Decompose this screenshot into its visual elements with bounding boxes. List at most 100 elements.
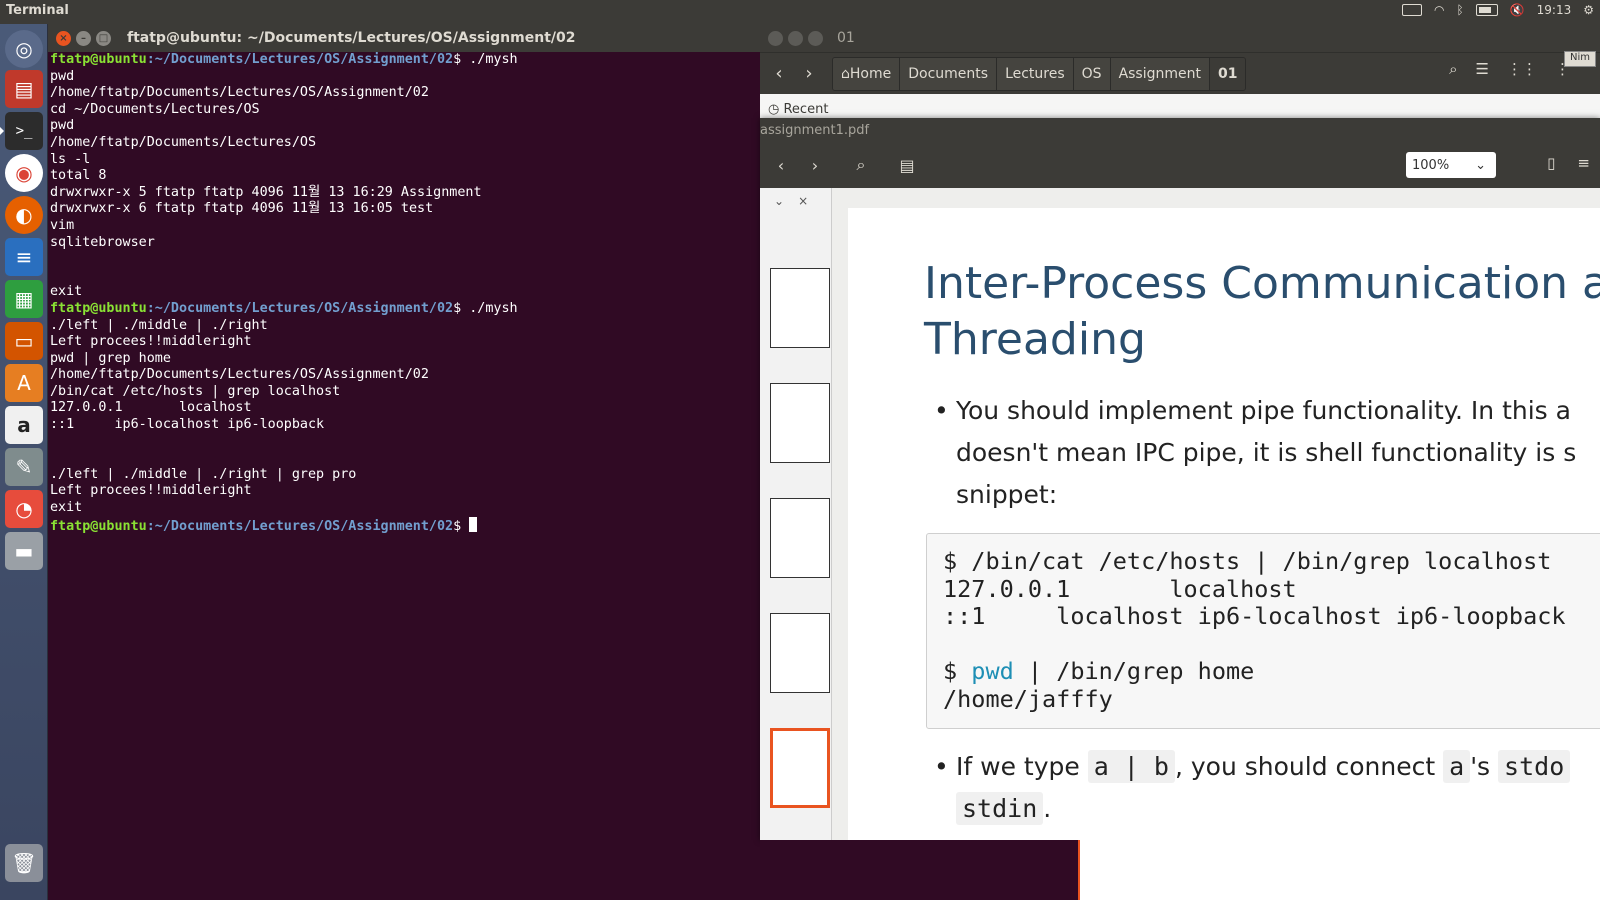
- pdf-viewer-window[interactable]: assignment1.pdf ‹ › ⌕ ▤ 100% ⌄ ▯ ≡ ⌄ × I…: [760, 118, 1600, 840]
- status-badge: Nim: [1564, 51, 1596, 67]
- firefox-icon[interactable]: ◐: [5, 196, 43, 234]
- page-thumbnail-selected[interactable]: [770, 728, 830, 808]
- breadcrumb-item[interactable]: OS: [1073, 57, 1111, 90]
- files-icon[interactable]: ▤: [5, 70, 43, 108]
- grid-view-icon[interactable]: ⋮⋮: [1507, 60, 1537, 78]
- breadcrumb-item[interactable]: ⌂Home: [833, 57, 901, 90]
- page-thumbnail[interactable]: [770, 268, 830, 348]
- code-line: ::1 localhost ip6-localhost ip6-loopback: [943, 602, 1566, 630]
- top-panel: Terminal ◠ ᛒ 🔇 19:13 ⚙: [0, 0, 1600, 24]
- amazon-icon[interactable]: a: [5, 406, 43, 444]
- terminal-line: /home/ftatp/Documents/Lectures/OS/Assign…: [50, 85, 429, 101]
- writer-icon[interactable]: ≡: [5, 238, 43, 276]
- document-properties-icon[interactable]: ▯: [1547, 154, 1555, 172]
- chrome-icon[interactable]: ◉: [5, 154, 43, 192]
- list-view-icon[interactable]: ☰: [1476, 60, 1489, 78]
- bullet-text: snippet:: [956, 480, 1058, 509]
- back-icon[interactable]: ‹: [764, 63, 794, 84]
- keyboard-icon[interactable]: [1402, 4, 1422, 16]
- pdf-page: Inter-Process Communication ar Threading…: [848, 208, 1600, 840]
- inline-code: a: [1443, 750, 1471, 783]
- files-titlebar[interactable]: 01: [760, 24, 1600, 52]
- sidebar-item-recent[interactable]: ◷ Recent: [768, 102, 828, 117]
- maximize-icon[interactable]: [808, 30, 823, 46]
- dash-icon[interactable]: ◎: [5, 30, 43, 68]
- gear-icon[interactable]: ⚙: [1583, 3, 1594, 17]
- pdf-viewer-icon[interactable]: ◔: [5, 490, 43, 528]
- thumbnail-header: ⌄ ×: [760, 188, 831, 214]
- search-icon[interactable]: ⌕: [844, 155, 878, 175]
- breadcrumb-item[interactable]: Assignment: [1110, 57, 1210, 90]
- calc-icon[interactable]: ▦: [5, 280, 43, 318]
- pdf-toolbar-right: ▯ ≡: [1547, 154, 1590, 172]
- cursor: [469, 516, 478, 532]
- files-window[interactable]: 01 ‹ › ⌂Home Documents Lectures OS Assignmen…: [760, 24, 1600, 124]
- zoom-select[interactable]: 100% ⌄: [1406, 152, 1496, 178]
- page-thumbnail[interactable]: [770, 613, 830, 693]
- breadcrumb-item[interactable]: Lectures: [997, 57, 1074, 90]
- pdf-title: assignment1.pdf: [760, 123, 870, 138]
- terminal-line: ls -l: [50, 151, 91, 167]
- close-icon[interactable]: ×: [798, 194, 808, 208]
- inline-code: a | b: [1087, 750, 1175, 783]
- breadcrumb-item[interactable]: 01: [1210, 57, 1246, 90]
- clock[interactable]: 19:13: [1537, 3, 1572, 17]
- text: 's: [1470, 752, 1499, 781]
- code-prompt: $: [943, 657, 972, 685]
- bluetooth-icon[interactable]: ᛒ: [1456, 3, 1463, 17]
- annotations-icon[interactable]: ▤: [890, 156, 924, 175]
- terminal-line: /home/ftatp/Documents/Lectures/OS/Assign…: [50, 367, 429, 383]
- terminal-line: exit: [50, 284, 83, 300]
- volume-muted-icon[interactable]: 🔇: [1510, 3, 1525, 17]
- text: .: [1043, 794, 1052, 823]
- terminal-line: sqlitebrowser: [50, 234, 155, 250]
- maximize-icon[interactable]: □: [96, 30, 111, 46]
- impress-icon[interactable]: ▭: [5, 322, 43, 360]
- settings-icon[interactable]: ✎: [5, 448, 43, 486]
- launcher: ◎ ▤ >_ ◉ ◐ ≡ ▦ ▭ A a ✎ ◔ ▬ 🗑: [0, 24, 48, 900]
- pdf-content[interactable]: ⌄ × Inter-Process Communication ar Threa…: [760, 188, 1600, 840]
- close-icon[interactable]: ×: [56, 30, 71, 46]
- files-view-controls: ⌕ ☰ ⋮⋮ ⋮: [1449, 60, 1570, 78]
- chevron-down-icon[interactable]: ⌄: [774, 194, 784, 208]
- breadcrumb-item[interactable]: Documents: [900, 57, 998, 90]
- page-title: Inter-Process Communication ar Threading: [924, 256, 1600, 368]
- prompt-user: ftatp@ubuntu: [50, 518, 147, 534]
- terminal-line: pwd: [50, 68, 75, 84]
- terminal-line: pwd | grep home: [50, 350, 171, 366]
- files-title: 01: [837, 30, 855, 46]
- desktop-background: [760, 840, 1600, 900]
- previous-page-icon[interactable]: ‹: [764, 156, 798, 175]
- search-icon[interactable]: ⌕: [1449, 60, 1457, 78]
- system-tray: ◠ ᛒ 🔇 19:13 ⚙: [1402, 3, 1594, 17]
- terminal-line: cd ~/Documents/Lectures/OS: [50, 101, 260, 117]
- page-thumbnail[interactable]: [770, 383, 830, 463]
- drive-icon[interactable]: ▬: [5, 532, 43, 570]
- terminal-icon[interactable]: >_: [0, 112, 43, 150]
- desktop: Terminal ◠ ᛒ 🔇 19:13 ⚙ ◎ ▤ >_ ◉ ◐ ≡ ▦ ▭ …: [0, 0, 1600, 900]
- terminal-line: ./left | ./middle | ./right | grep pro: [50, 466, 357, 482]
- next-page-icon[interactable]: ›: [798, 156, 832, 175]
- bullet-icon: •: [934, 396, 949, 425]
- close-icon[interactable]: [768, 30, 783, 46]
- page-title-line: Inter-Process Communication ar: [924, 258, 1600, 309]
- terminal-line: ftatp@ubuntu:~/Documents/Lectures/OS/Ass…: [50, 52, 760, 69]
- sidebar-item-label: Recent: [783, 102, 829, 117]
- terminal-line: ./left | ./middle | ./right: [50, 317, 268, 333]
- minimize-icon[interactable]: [788, 30, 803, 46]
- forward-icon[interactable]: ›: [794, 63, 824, 84]
- pdf-titlebar[interactable]: assignment1.pdf: [760, 118, 1600, 142]
- terminal-window[interactable]: × – □ ftatp@ubuntu: ~/Documents/Lectures…: [48, 24, 760, 900]
- wifi-icon[interactable]: ◠: [1434, 3, 1444, 17]
- terminal-line: Left procees!!middleright: [50, 483, 252, 499]
- terminal-titlebar[interactable]: × – □ ftatp@ubuntu: ~/Documents/Lectures…: [48, 24, 760, 52]
- menu-icon[interactable]: ≡: [1577, 154, 1590, 172]
- zoom-value: 100%: [1412, 157, 1450, 173]
- trash-icon[interactable]: 🗑: [5, 844, 43, 882]
- battery-icon[interactable]: [1475, 4, 1498, 16]
- minimize-icon[interactable]: –: [76, 30, 91, 46]
- software-center-icon[interactable]: A: [5, 364, 43, 402]
- page-thumbnail[interactable]: [770, 498, 830, 578]
- terminal-output[interactable]: ftatp@ubuntu:~/Documents/Lectures/OS/Ass…: [48, 52, 760, 534]
